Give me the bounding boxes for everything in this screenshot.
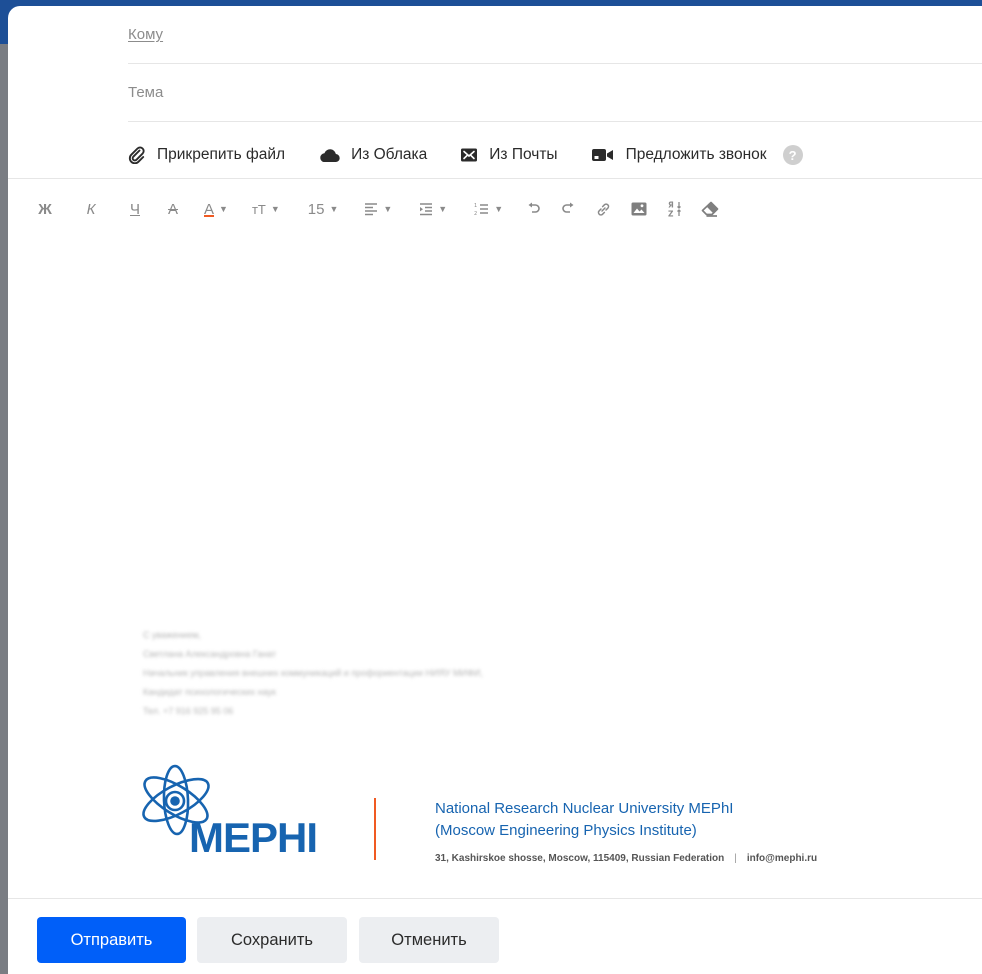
from-mail-button[interactable]: Из Почты [460, 146, 558, 164]
formatting-toolbar: Ж К Ч А A ▼ тТ ▼ 15 ▼ ▼ ▼ 12 ▼ Я Z [34, 196, 721, 222]
indent-button[interactable]: ▼ [419, 197, 447, 221]
org-name-line2: (Moscow Engineering Physics Institute) [435, 822, 697, 839]
signature-line: Кандидат психологических наук [143, 687, 276, 697]
strikethrough-icon[interactable]: А [162, 197, 184, 221]
svg-text:2: 2 [474, 211, 477, 216]
send-button[interactable]: Отправить [37, 917, 186, 963]
caret-down-icon: ▼ [383, 204, 393, 214]
font-size-select[interactable]: 15 ▼ [308, 197, 339, 221]
eraser-icon[interactable] [699, 197, 721, 221]
attach-file-label: Прикрепить файл [157, 146, 286, 163]
pipe-separator: | [734, 853, 737, 864]
from-mail-label: Из Почты [489, 146, 558, 163]
help-icon[interactable]: ? [782, 145, 803, 165]
mephi-wordmark: MEPHI [189, 814, 318, 861]
header-divider [8, 178, 982, 179]
suggest-call-button[interactable]: Предложить звонок [591, 146, 767, 164]
font-size-icon: тТ [251, 201, 266, 217]
to-row: Кому [128, 6, 982, 64]
to-label[interactable]: Кому [128, 26, 163, 43]
svg-text:Я: Я [668, 201, 674, 210]
svg-text:1: 1 [474, 203, 477, 209]
image-icon[interactable] [628, 197, 650, 221]
list-icon: 12 [474, 203, 489, 216]
org-name-line1: National Research Nuclear University MEP… [435, 800, 734, 817]
caret-down-icon: ▼ [329, 204, 339, 214]
align-button[interactable]: ▼ [364, 197, 392, 221]
text-color-icon: A [204, 200, 215, 218]
video-camera-icon [591, 149, 613, 161]
subject-row: Тема [128, 64, 982, 122]
redo-icon[interactable] [557, 197, 579, 221]
subject-input[interactable] [188, 76, 972, 108]
caret-down-icon: ▼ [219, 204, 228, 214]
paperclip-icon [128, 146, 145, 164]
undo-icon[interactable] [523, 197, 545, 221]
attachment-bar: Прикрепить файл Из Облака Из Почты Предл… [128, 130, 803, 180]
from-cloud-button[interactable]: Из Облака [318, 146, 427, 164]
underline-icon[interactable]: Ч [124, 197, 146, 221]
mephi-signature-logo: MEPHI National Research Nuclear Universi… [136, 758, 936, 878]
background-panel-edge [0, 44, 8, 974]
subject-label: Тема [128, 84, 164, 101]
list-button[interactable]: 12 ▼ [474, 197, 503, 221]
svg-text:Z: Z [668, 210, 674, 219]
indent-icon [420, 203, 433, 216]
email-signature: С уважением, Светлана Александровна Гана… [143, 626, 743, 721]
to-input[interactable] [188, 18, 972, 50]
signature-line: Тел. +7 916 925 95 06 [143, 706, 234, 716]
save-button[interactable]: Сохранить [197, 917, 347, 963]
org-address: 31, Kashirskoe shosse, Moscow, 115409, R… [435, 853, 725, 864]
logo-separator [374, 798, 376, 860]
translit-icon[interactable]: ЯZ [664, 197, 686, 221]
cancel-button[interactable]: Отменить [359, 917, 499, 963]
caret-down-icon: ▼ [494, 204, 504, 214]
footer-divider [8, 898, 982, 899]
cloud-icon [320, 149, 340, 163]
italic-icon[interactable]: К [80, 197, 102, 221]
caret-down-icon: ▼ [270, 204, 280, 214]
suggest-call-label: Предложить звонок [625, 146, 767, 163]
bold-icon[interactable]: Ж [34, 197, 56, 221]
caret-down-icon: ▼ [438, 204, 448, 214]
signature-line: Светлана Александровна Ганат [143, 649, 277, 659]
signature-line: Начальник управления внешних коммуникаци… [143, 668, 483, 678]
mail-icon [461, 148, 478, 162]
from-cloud-label: Из Облака [351, 146, 428, 163]
org-address-line: 31, Kashirskoe shosse, Moscow, 115409, R… [435, 853, 817, 864]
text-color-button[interactable]: A ▼ [204, 197, 228, 221]
signature-line: С уважением, [143, 630, 201, 640]
compose-dialog: Кому Тема Прикрепить файл Из Облака Из П… [8, 6, 982, 974]
align-icon [365, 203, 378, 216]
font-size-value: 15 [307, 200, 325, 218]
org-email: info@mephi.ru [746, 853, 818, 864]
link-icon[interactable] [592, 197, 614, 221]
attach-file-button[interactable]: Прикрепить файл [128, 146, 285, 164]
font-size-button[interactable]: тТ ▼ [252, 197, 280, 221]
